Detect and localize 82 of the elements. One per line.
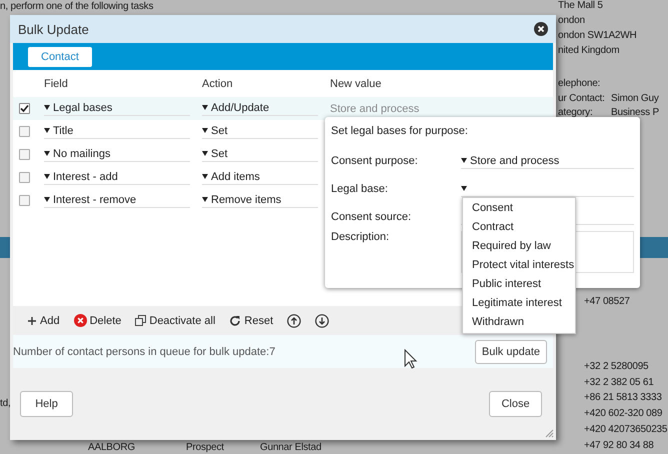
detail-label: ategory: (558, 107, 593, 118)
phone-number: +47 08527 (584, 296, 630, 307)
bulk-update-button[interactable]: Bulk update (474, 340, 547, 364)
field-select[interactable]: No mailings (44, 148, 190, 162)
caret-icon (202, 174, 208, 180)
close-icon[interactable] (534, 22, 548, 36)
action-select[interactable]: Remove items (202, 194, 318, 208)
caret-icon (461, 158, 467, 163)
caret-icon (44, 174, 50, 180)
field-select[interactable]: Interest - add (44, 170, 190, 184)
move-down-button[interactable] (315, 314, 330, 328)
detail-value: Business P (611, 107, 660, 118)
action-select[interactable]: Set (202, 124, 318, 138)
address-line: ondon (558, 15, 585, 26)
caret-icon (202, 151, 208, 156)
action-select[interactable]: Add/Update (202, 102, 318, 116)
address-line: nited Kingdom (558, 45, 620, 56)
new-value: Store and process (330, 102, 420, 114)
popup-title: Set legal bases for purpose: (331, 125, 469, 139)
detail-value: Simon Guy (611, 93, 659, 104)
field-select[interactable]: Interest - remove (44, 194, 190, 208)
field-label: Description: (331, 231, 390, 243)
action-select[interactable]: Add items (202, 170, 318, 184)
status-cell: Prospect (186, 442, 224, 453)
column-header: Field (44, 78, 69, 90)
toolbar-button[interactable]: Reset (229, 314, 274, 326)
action-select[interactable]: Set (202, 148, 318, 162)
dialog-title: Bulk Update (18, 22, 89, 36)
phone-number: +86 21 5813 3333 (584, 392, 662, 403)
column-header: New value (330, 78, 382, 90)
dropdown-option[interactable]: Protect vital interests (463, 256, 575, 275)
dropdown-field[interactable]: Store and process (461, 153, 634, 169)
contact-tab[interactable]: Contact (28, 46, 92, 66)
row-checkbox[interactable] (19, 195, 30, 206)
dropdown-option[interactable]: Contract (463, 218, 575, 237)
detail-label: elephone: (558, 78, 600, 89)
dialog-button[interactable]: Help (20, 391, 73, 417)
row-checkbox[interactable] (19, 126, 30, 137)
field-label: Consent purpose: (331, 155, 419, 167)
address-line: ondon SW1A2WH (558, 30, 637, 41)
column-header: Action (202, 78, 234, 90)
caret-icon (44, 128, 50, 134)
toolbar-button[interactable]: Deactivate all (135, 314, 216, 326)
dropdown-option[interactable]: Withdrawn (463, 313, 575, 332)
row-checkbox[interactable] (19, 149, 30, 160)
reset-icon (229, 314, 242, 326)
city-cell: AALBORG (88, 442, 135, 453)
text-fragment: td, (0, 398, 11, 409)
plus-icon (27, 316, 37, 326)
field-select[interactable]: Legal bases (44, 102, 190, 116)
row-checkbox[interactable] (19, 103, 30, 114)
toolbar-button[interactable]: Delete (74, 314, 122, 327)
caret-icon (44, 105, 50, 110)
detail-label: ur Contact: (558, 93, 605, 104)
queue-info-text: Number of contact persons in queue for bulk update:7 (13, 346, 276, 358)
caret-icon (44, 151, 50, 156)
contact-cell: Gunnar Elstad (260, 442, 322, 453)
field-select[interactable]: Title (44, 124, 190, 138)
phone-number: +420 42073650235 (584, 424, 668, 435)
dialog-button[interactable]: Close (489, 391, 542, 417)
caret-icon (202, 128, 208, 134)
overlapping-squares-icon (135, 315, 146, 326)
phone-number: +420 602-320 089 (584, 408, 662, 419)
address-line: The Mall 5 (558, 0, 603, 11)
caret-icon (461, 186, 467, 191)
phone-number: +32 2 382 05 61 (584, 377, 654, 388)
caret-icon (44, 197, 50, 202)
phone-number: +32 2 5280095 (584, 361, 648, 372)
move-up-button[interactable] (287, 314, 302, 328)
caret-icon (202, 197, 208, 202)
delete-icon (74, 314, 87, 327)
dropdown-option[interactable]: Required by law (463, 237, 575, 256)
dropdown-option[interactable]: Public interest (463, 275, 575, 294)
intro-text: n, perform one of the following tasks (0, 1, 154, 12)
toolbar-button[interactable]: Add (27, 314, 60, 326)
update-row[interactable]: Legal bases Add/Update Store and process (13, 97, 553, 120)
field-label: Consent source: (331, 211, 412, 223)
row-checkbox[interactable] (19, 172, 30, 183)
resize-grip-icon[interactable] (544, 428, 554, 438)
dropdown-option[interactable]: Legitimate interest (463, 294, 575, 313)
phone-number: +47 92 80 34 88 (584, 440, 654, 451)
caret-icon (202, 105, 208, 110)
